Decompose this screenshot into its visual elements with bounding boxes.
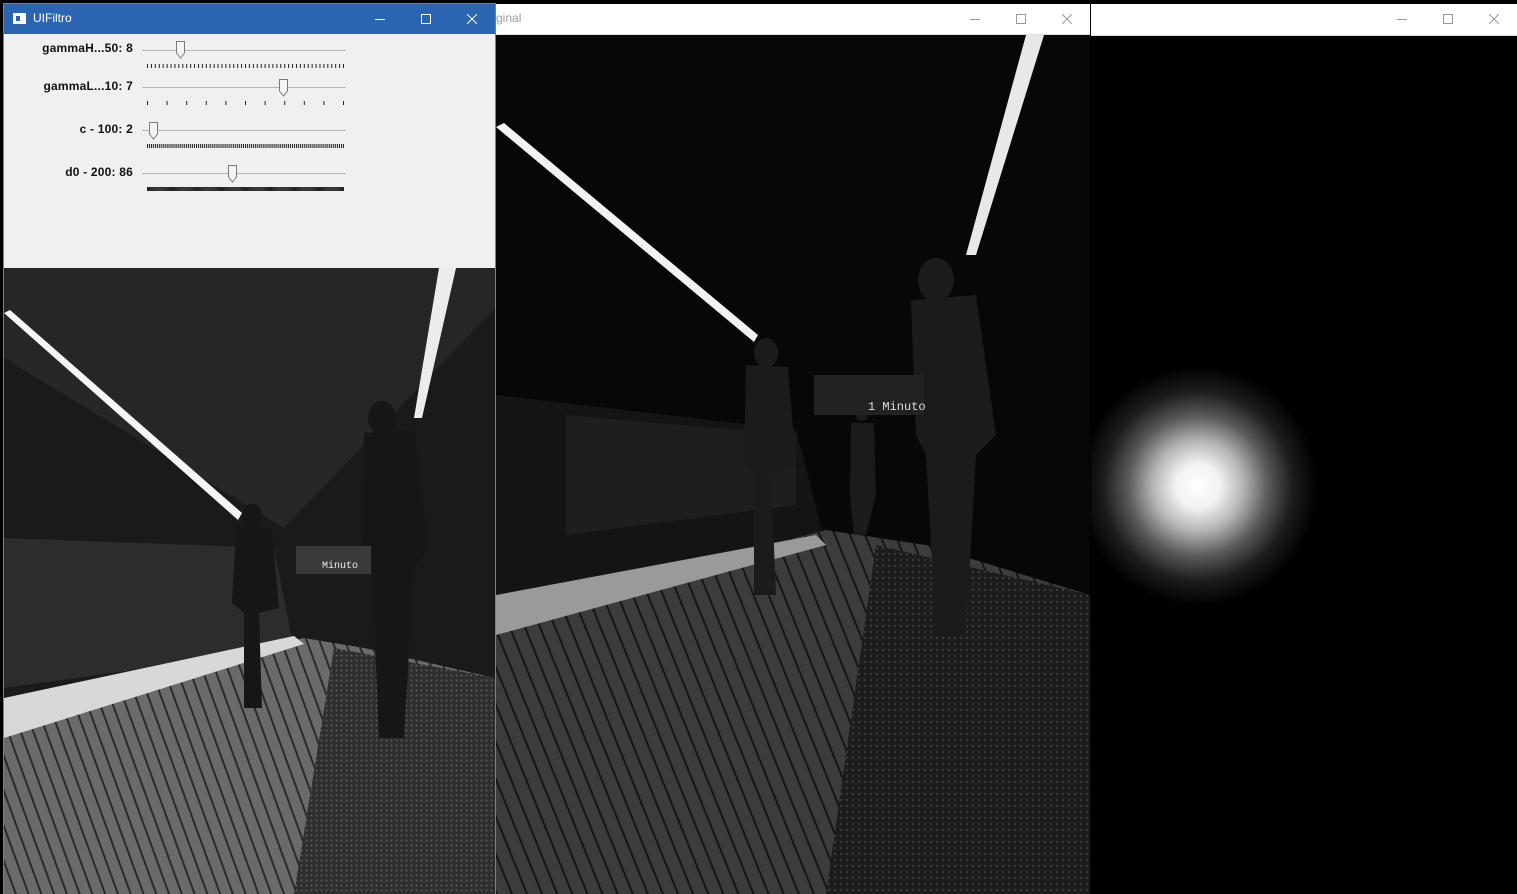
trackbar-track[interactable]: [142, 173, 346, 174]
minimize-button[interactable]: [952, 4, 998, 34]
trackbar-thumb[interactable]: [175, 41, 185, 59]
close-button[interactable]: [1471, 4, 1517, 34]
filtered-image: Minuto: [4, 268, 495, 894]
trackbar-d0[interactable]: d0 - 200: 86: [4, 160, 495, 200]
app-icon: [13, 13, 26, 24]
original-window-title: ginal: [496, 11, 522, 25]
filter-window[interactable]: [1091, 4, 1517, 894]
trackbar-label: c - 100: 2: [79, 122, 133, 136]
trackbar-c[interactable]: c - 100: 2: [4, 117, 495, 157]
trackbar-label: d0 - 200: 86: [65, 165, 133, 179]
trackbar-gammah[interactable]: gammaH...50: 8: [4, 36, 495, 76]
minimize-button[interactable]: [1379, 4, 1425, 34]
filter-canvas: [1091, 36, 1517, 894]
original-image: 1 Minuto: [496, 35, 1090, 894]
trackbar-panel: gammaH...50: 8 gammaL...10: 7 c - 100: 2…: [4, 34, 495, 268]
maximize-button[interactable]: [1425, 4, 1471, 34]
sign-text: 1 Minuto: [868, 400, 926, 414]
trackbar-thumb[interactable]: [148, 122, 158, 140]
trackbar-label: gammaH...50: 8: [42, 41, 133, 55]
trackbar-gammal[interactable]: gammaL...10: 7: [4, 74, 495, 114]
trackbar-ticks: [147, 187, 344, 191]
uifiltro-title: UIFiltro: [33, 11, 72, 25]
trackbar-ticks: [147, 144, 344, 148]
filter-window-titlebar[interactable]: [1091, 4, 1517, 36]
sign-text: Minuto: [322, 560, 358, 572]
maximize-button[interactable]: [403, 4, 449, 34]
trackbar-thumb[interactable]: [227, 165, 237, 183]
close-button[interactable]: [449, 4, 495, 34]
uifiltro-titlebar[interactable]: UIFiltro: [4, 4, 495, 34]
trackbar-ticks: [147, 101, 344, 105]
close-button[interactable]: [1044, 4, 1090, 34]
maximize-button[interactable]: [998, 4, 1044, 34]
trackbar-thumb[interactable]: [279, 79, 289, 97]
original-window-titlebar[interactable]: ginal: [490, 4, 1090, 35]
uifiltro-window[interactable]: UIFiltro gammaH...50: 8 gammaL...10: 7 c…: [4, 4, 495, 894]
trackbar-track[interactable]: [142, 50, 346, 51]
minimize-button[interactable]: [357, 4, 403, 34]
trackbar-track[interactable]: [142, 87, 346, 88]
original-window[interactable]: ginal 1 Minuto: [490, 4, 1090, 894]
trackbar-ticks: [147, 64, 344, 68]
trackbar-label: gammaL...10: 7: [43, 79, 133, 93]
trackbar-track[interactable]: [142, 130, 346, 131]
